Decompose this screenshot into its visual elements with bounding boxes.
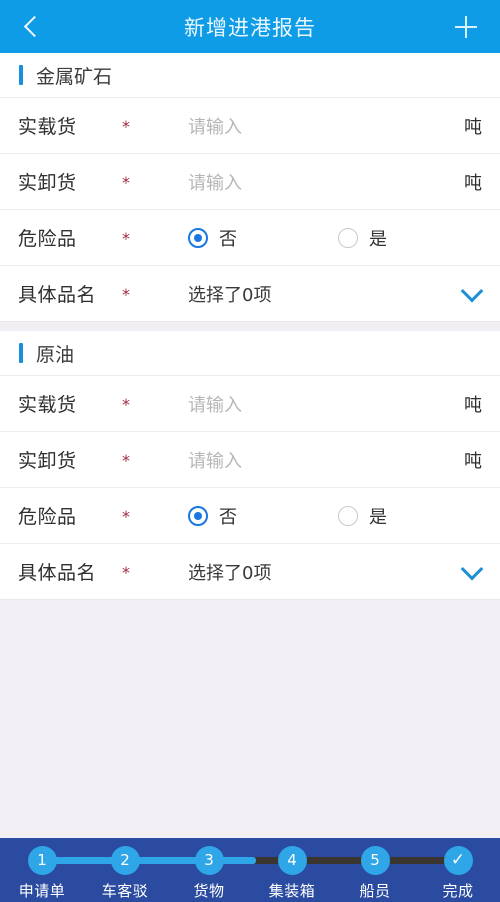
field-wrap[interactable]: 请输入 — [188, 447, 500, 473]
text-input-placeholder[interactable]: 请输入 — [188, 113, 242, 139]
step-label: 集装箱 — [268, 882, 316, 900]
radio-label: 是 — [369, 506, 387, 528]
section-title: 原油 — [36, 343, 75, 366]
step-label: 申请单 — [18, 882, 66, 900]
plus-icon — [455, 15, 477, 38]
field-wrap: 否是 — [188, 503, 500, 529]
required-marker: * — [122, 395, 130, 414]
radio-option[interactable]: 是 — [338, 225, 387, 251]
section-header: 原油 — [0, 331, 500, 376]
wizard-stepper: 1 申请单 2 车客驳 3 货物 4 集装箱 5 船员 ✓ 完成 — [0, 838, 500, 902]
radio-label: 否 — [219, 228, 237, 250]
form-row[interactable]: 实卸货 * 请输入 吨 — [0, 154, 500, 210]
form-scroll-area[interactable]: 金属矿石 实载货 * 请输入吨实卸货 * 请输入吨危险品 * 否是具体品名 * 选择了0项 原油 实载… — [0, 53, 500, 838]
section-header: 金属矿石 — [0, 53, 500, 98]
radio-option[interactable]: 否 — [188, 503, 237, 529]
step-indicator[interactable]: 3 — [194, 846, 224, 875]
field-wrap[interactable]: 选择了0项 — [188, 559, 500, 585]
radio-group: 否是 — [188, 503, 387, 529]
unit-label: 吨 — [464, 172, 482, 194]
radio-option[interactable]: 否 — [188, 225, 237, 251]
step-label: 货物 — [193, 882, 225, 900]
step-indicator[interactable]: 4 — [277, 846, 307, 875]
form-row[interactable]: 具体品名 * 选择了0项 — [0, 266, 500, 322]
unit-label: 吨 — [464, 450, 482, 472]
step-indicator[interactable]: ✓ — [443, 846, 473, 875]
required-marker: * — [122, 117, 130, 136]
form-row: 危险品 * 否是 — [0, 488, 500, 544]
text-input-placeholder[interactable]: 请输入 — [188, 169, 242, 195]
stepper-step[interactable]: 3 货物 — [174, 846, 244, 901]
field-wrap: 否是 — [188, 225, 500, 251]
row-label: 实载货 — [18, 116, 77, 138]
field-wrap[interactable]: 请输入 — [188, 113, 500, 139]
row-label: 具体品名 — [18, 562, 97, 584]
stepper-step[interactable]: 5 船员 — [340, 846, 410, 901]
row-label: 危险品 — [18, 506, 77, 528]
section-title: 金属矿石 — [36, 65, 113, 88]
form-row[interactable]: 实载货 * 请输入 吨 — [0, 98, 500, 154]
required-marker: * — [122, 451, 130, 470]
step-indicator[interactable]: 2 — [110, 846, 140, 875]
radio-unselected-icon[interactable] — [338, 505, 358, 526]
select-value[interactable]: 选择了0项 — [188, 559, 271, 585]
form-row[interactable]: 实卸货 * 请输入 吨 — [0, 432, 500, 488]
text-input-placeholder[interactable]: 请输入 — [188, 391, 242, 417]
row-label: 实卸货 — [18, 172, 77, 194]
row-label: 具体品名 — [18, 284, 97, 306]
form-row[interactable]: 具体品名 * 选择了0项 — [0, 544, 500, 600]
step-indicator[interactable]: 1 — [27, 846, 57, 875]
required-marker: * — [122, 173, 130, 192]
stepper-step[interactable]: 1 申请单 — [7, 846, 77, 901]
form-row: 危险品 * 否是 — [0, 210, 500, 266]
field-wrap[interactable]: 请输入 — [188, 169, 500, 195]
chevron-left-icon — [23, 15, 45, 38]
select-value[interactable]: 选择了0项 — [188, 281, 271, 307]
back-button[interactable] — [8, 0, 56, 53]
radio-unselected-icon[interactable] — [338, 227, 358, 248]
row-label: 实载货 — [18, 394, 77, 416]
app-header: 新增进港报告 — [0, 0, 500, 53]
stepper-step[interactable]: 2 车客驳 — [90, 846, 160, 901]
radio-label: 是 — [369, 228, 387, 250]
add-button[interactable] — [442, 0, 490, 53]
row-label: 实卸货 — [18, 450, 77, 472]
form-row[interactable]: 实载货 * 请输入 吨 — [0, 376, 500, 432]
step-label: 船员 — [359, 882, 391, 900]
radio-option[interactable]: 是 — [338, 503, 387, 529]
stepper-step[interactable]: ✓ 完成 — [423, 846, 493, 901]
required-marker: * — [122, 563, 130, 582]
row-label: 危险品 — [18, 228, 77, 250]
step-label: 完成 — [442, 882, 474, 900]
required-marker: * — [122, 507, 130, 526]
unit-label: 吨 — [464, 116, 482, 138]
radio-selected-icon[interactable] — [188, 505, 208, 526]
section-accent-bar — [19, 65, 23, 85]
form-section: 原油 实载货 * 请输入吨实卸货 * 请输入吨危险品 * 否是具体品名 * 选择了0项 — [0, 331, 500, 600]
step-indicator[interactable]: 5 — [360, 846, 390, 875]
text-input-placeholder[interactable]: 请输入 — [188, 447, 242, 473]
section-accent-bar — [19, 343, 23, 363]
stepper-step[interactable]: 4 集装箱 — [257, 846, 327, 901]
page-title: 新增进港报告 — [184, 15, 316, 40]
field-wrap[interactable]: 选择了0项 — [188, 281, 500, 307]
field-wrap[interactable]: 请输入 — [188, 391, 500, 417]
sections-container: 金属矿石 实载货 * 请输入吨实卸货 * 请输入吨危险品 * 否是具体品名 * 选择了0项 原油 实载… — [0, 53, 500, 600]
step-label: 车客驳 — [101, 882, 149, 900]
radio-selected-icon[interactable] — [188, 227, 208, 248]
form-section: 金属矿石 实载货 * 请输入吨实卸货 * 请输入吨危险品 * 否是具体品名 * 选择了0项 — [0, 53, 500, 322]
required-marker: * — [122, 229, 130, 248]
unit-label: 吨 — [464, 394, 482, 416]
required-marker: * — [122, 285, 130, 304]
radio-group: 否是 — [188, 225, 387, 251]
radio-label: 否 — [219, 506, 237, 528]
